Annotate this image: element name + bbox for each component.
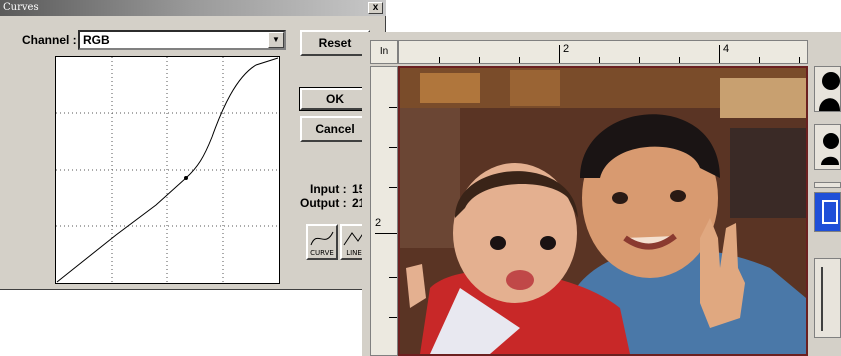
channel-select[interactable]: RGB ▼ bbox=[78, 30, 286, 50]
person-silhouette-icon bbox=[821, 133, 839, 165]
preview-tool-1[interactable] bbox=[814, 66, 841, 112]
selection-tool-icon bbox=[822, 200, 838, 224]
reset-button[interactable]: Reset bbox=[300, 30, 370, 56]
preview-tool-divider bbox=[814, 182, 841, 188]
curve-graph[interactable] bbox=[55, 56, 280, 284]
ok-button[interactable]: OK bbox=[299, 87, 371, 111]
ruler-units-button[interactable]: In bbox=[370, 40, 398, 64]
channel-label: Channel : bbox=[22, 33, 77, 47]
vertical-ruler: 2 bbox=[370, 66, 398, 356]
scan-preview-image[interactable] bbox=[398, 66, 808, 356]
preview-tool-3[interactable] bbox=[814, 192, 841, 232]
ruler-label-left-2: 2 bbox=[375, 217, 382, 229]
children-photo bbox=[400, 68, 806, 354]
input-label: Input : bbox=[310, 182, 347, 196]
curve-mode-button[interactable]: CURVE bbox=[306, 224, 338, 260]
channel-value: RGB bbox=[83, 33, 110, 47]
curve-plot bbox=[56, 57, 279, 283]
dialog-title: Curves bbox=[0, 0, 386, 16]
preview-tool-2[interactable] bbox=[814, 124, 841, 170]
slider-track bbox=[821, 267, 823, 331]
curve-icon bbox=[310, 231, 334, 246]
curves-dialog: Curves x Channel : RGB ▼ Reset OK Cancel… bbox=[0, 0, 386, 290]
grid-lines bbox=[56, 57, 279, 283]
curve-control-point[interactable] bbox=[184, 176, 188, 180]
preview-tool-4[interactable] bbox=[814, 258, 841, 338]
horizontal-ruler: 2 4 bbox=[398, 40, 808, 64]
close-button[interactable]: x bbox=[368, 2, 383, 14]
ruler-label-4: 4 bbox=[723, 43, 730, 55]
output-label: Output : bbox=[300, 196, 347, 210]
curve-mode-label: CURVE bbox=[310, 249, 334, 257]
cancel-button[interactable]: Cancel bbox=[300, 116, 370, 142]
ruler-label-2: 2 bbox=[563, 43, 570, 55]
preview-window: In 2 4 2 bbox=[362, 32, 841, 356]
chevron-down-icon[interactable]: ▼ bbox=[268, 32, 284, 48]
person-silhouette-icon bbox=[819, 72, 840, 111]
